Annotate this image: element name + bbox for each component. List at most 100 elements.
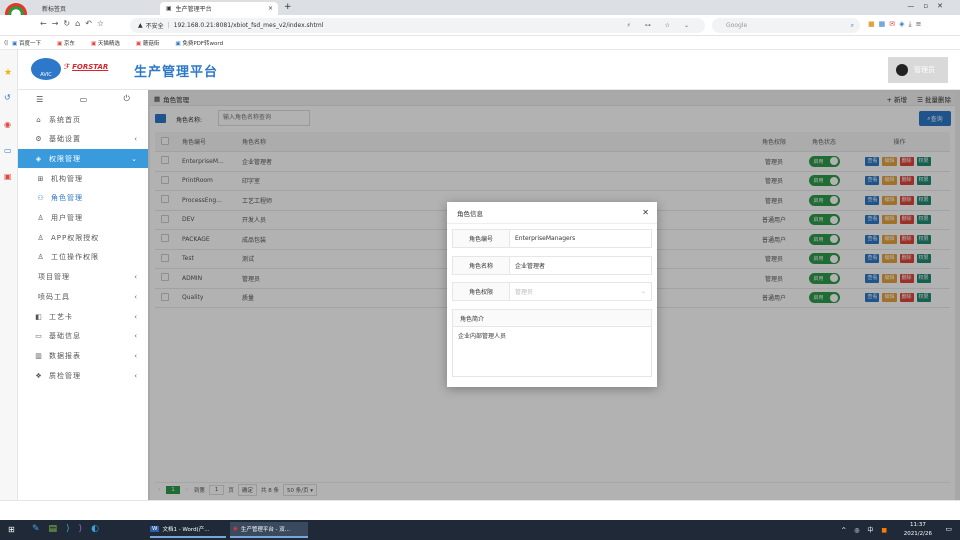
taskbar-browser[interactable]: ◉ 生产管理平台 - 双... (230, 522, 308, 538)
notepad-icon[interactable]: ▤ (49, 524, 67, 534)
weibo-icon[interactable]: ◉ (4, 120, 11, 129)
clock[interactable]: 11:37 2021/2/26 (904, 521, 932, 539)
forward-icon[interactable]: → (52, 19, 64, 28)
address-bar-row: ←→↻⌂↶☆ ▲ 不安全 | 192.168.0.21:8081/xbiot_f… (0, 15, 960, 36)
tray-up-icon[interactable]: ^ (841, 527, 849, 534)
search-icon[interactable]: ⌕ (851, 22, 854, 30)
shield-ext-icon[interactable]: ◈ (899, 20, 908, 28)
avatar (896, 64, 908, 76)
report-icon: ▥ (35, 351, 43, 360)
sidebar-item-3[interactable]: ⊞ 机构管理 (18, 169, 148, 188)
field-role-code-input[interactable]: EnterpriseManagers (510, 230, 651, 247)
sidebar-item-11[interactable]: ▭ 基础信息 ‹ (18, 327, 148, 346)
extension-icon[interactable]: ■ (868, 20, 879, 28)
notification-icon[interactable]: ▭ (945, 525, 952, 533)
field-role-perm-label: 角色权限 (453, 283, 510, 300)
sidebar-item-7[interactable]: ♙ 工位操作权限 (18, 248, 148, 267)
sidebar-item-4[interactable]: ⚇ 角色管理 (18, 189, 148, 208)
tab-new[interactable]: 新标签页 (36, 2, 72, 15)
brand-mark-icon: ℱ (64, 63, 70, 71)
browser-side-rail: ★ ↺ ◉ ▭ ▣ + (0, 50, 18, 520)
sidebar-item-label: 权限管理 (49, 154, 81, 163)
user-icon: ♙ (37, 233, 45, 242)
vs2-icon[interactable]: ⟩ (79, 524, 92, 534)
sidebar: ☰ ▭ ⏻ ⌂ 系统首页 ⚙ 基础设置 ‹ ◈ 权限管理 ⌄ ⊞ 机构管理 ⚇ 角色管理 ♙ 用户管理 ♙ A… (18, 90, 148, 500)
field-role-perm-select[interactable]: 管理员 ⌄ (510, 283, 651, 300)
taskbar-word[interactable]: W 文档1 - Word(产... (150, 522, 226, 538)
close-icon[interactable]: ✕ (642, 208, 649, 217)
sidebar-item-label: 项目管理 (38, 273, 70, 282)
user-area[interactable]: 管理员 (888, 57, 948, 83)
maximize-icon[interactable]: ▫ (923, 2, 937, 10)
bookmark-4[interactable]: ▣ 蘑菇街 (136, 39, 167, 47)
favorites-icon[interactable]: ★ (4, 68, 12, 78)
sidebar-item-13[interactable]: ❖ 质检管理 ‹ (18, 366, 148, 385)
new-tab-button[interactable]: + (284, 2, 292, 12)
sidebar-item-9[interactable]: 喷码工具 ‹ (18, 287, 148, 306)
tray-ime[interactable]: 中 (867, 527, 876, 534)
company-logo: AVIC (31, 58, 61, 80)
bookmark-3[interactable]: ▣ 天猫精选 (91, 39, 128, 47)
sidebar-item-12[interactable]: ▥ 数据报表 ‹ (18, 346, 148, 365)
sidebar-item-label: 基础设置 (49, 135, 81, 144)
star-icon[interactable]: ☆ (97, 19, 109, 28)
bookmark-1[interactable]: ▣ 百度一下 (12, 39, 49, 47)
browser-taskbar-icon: ◉ (233, 526, 238, 532)
modal-title: 角色信息 (457, 209, 483, 218)
chevron-left-icon: ‹ (134, 332, 138, 341)
security-label: 不安全 (145, 23, 164, 30)
sidebar-item-0[interactable]: ⌂ 系统首页 (18, 110, 148, 129)
power-icon[interactable]: ⏻ (124, 94, 130, 104)
menu-icon[interactable]: ≡ (916, 20, 926, 28)
sidebar-item-8[interactable]: 项目管理 ‹ (18, 268, 148, 287)
taskbar: ⊞ ✎▤⟩⟩◐ W 文档1 - Word(产... ◉ 生产管理平台 - 双... … (0, 520, 960, 540)
history-icon[interactable]: ↺ (4, 93, 11, 102)
list-toggle-icon[interactable]: ☰ (36, 95, 43, 104)
close-tab-icon[interactable]: × (268, 5, 273, 12)
field-role-name-input[interactable]: 企业管理者 (510, 257, 651, 274)
field-role-name: 角色名称 企业管理者 (452, 256, 652, 275)
bookmark-2[interactable]: ▣ 京东 (57, 39, 83, 47)
back-icon[interactable]: ← (40, 19, 52, 28)
sidebar-toggle-icon[interactable]: ⟨| (4, 40, 8, 46)
window-controls: —▫✕ (907, 2, 952, 10)
start-icon[interactable]: ⊞ (8, 525, 15, 534)
app-icon[interactable]: ▣ (4, 172, 12, 181)
paint-icon[interactable]: ✎ (32, 524, 49, 534)
tray-app-icon[interactable]: ■ (881, 527, 890, 534)
tab-active[interactable]: ▣ 生产管理平台 × (160, 2, 278, 15)
user-name: 管理员 (914, 66, 935, 74)
reload-icon[interactable]: ↻ (63, 19, 75, 28)
mail-icon[interactable]: ✉ (889, 20, 899, 28)
browser-tab-bar: 新标签页 ▣ 生产管理平台 × + —▫✕ (0, 0, 960, 25)
sidebar-item-5[interactable]: ♙ 用户管理 (18, 209, 148, 228)
sidebar-item-6[interactable]: ♙ APP权限授权 (18, 228, 148, 247)
undo-icon[interactable]: ↶ (85, 19, 97, 28)
field-role-perm-value: 管理员 (515, 289, 534, 296)
url-separator: | (167, 22, 170, 29)
bus-icon[interactable]: ▭ (80, 95, 88, 104)
modal-header: 角色信息 ✕ (447, 202, 657, 224)
url-bar[interactable]: ▲ 不安全 | 192.168.0.21:8081/xbiot_fsd_mes_… (130, 18, 705, 33)
sidebar-item-10[interactable]: ◧ 工艺卡 ‹ (18, 307, 148, 326)
sidebar-item-2[interactable]: ◈ 权限管理 ⌄ (18, 149, 148, 169)
panel-icon[interactable]: ▭ (4, 146, 12, 155)
home-icon[interactable]: ⌂ (75, 19, 85, 28)
download-icon[interactable]: ⤓ (909, 20, 916, 28)
network-icon[interactable]: ◎ (854, 527, 862, 534)
browser-status-bar (0, 500, 960, 520)
bookmark-5[interactable]: ▣ 免费PDF转word (175, 39, 231, 47)
url-text: 192.168.0.21:8081/xbiot_fsd_mes_v2/index… (173, 22, 324, 29)
vs-icon[interactable]: ⟩ (66, 524, 79, 534)
sidebar-item-1[interactable]: ⚙ 基础设置 ‹ (18, 130, 148, 149)
grid-icon[interactable]: ▦ (879, 20, 890, 28)
nav-icons: ←→↻⌂↶☆ (40, 19, 109, 28)
field-role-desc-textarea[interactable]: 企业内部管理人员 (453, 327, 651, 376)
brand-text: ℱ FORSTAR (64, 63, 109, 71)
search-engine-box[interactable]: Google ⌕ (712, 18, 860, 33)
minimize-icon[interactable]: — (907, 2, 923, 10)
edge-icon[interactable]: ◐ (91, 524, 108, 534)
sidebar-tools: ☰ ▭ ⏻ (18, 90, 148, 108)
close-window-icon[interactable]: ✕ (937, 2, 952, 10)
chevron-down-icon: ⌄ (131, 154, 138, 163)
